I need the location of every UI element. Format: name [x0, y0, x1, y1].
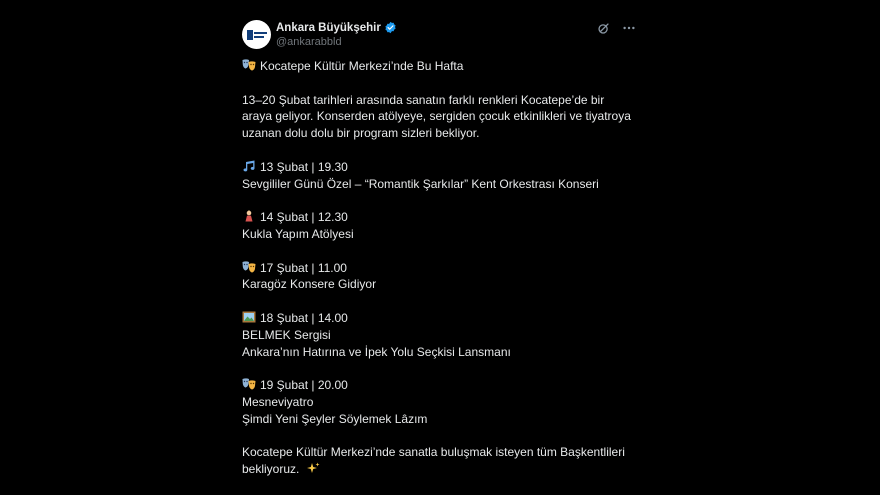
event-title: Mesneviyatro — [242, 394, 314, 409]
closing-text: bekliyoruz. — [242, 462, 300, 477]
theater-masks-icon — [242, 378, 256, 390]
event-date: 17 Şubat | 11.00 — [242, 260, 642, 277]
event-subtitle: Ankara’nın Hatırına ve İpek Yolu Seçkisi… — [242, 344, 511, 359]
post-header: Ankara Büyükşehir @ankarabbld — [242, 18, 642, 52]
puppet-icon — [245, 210, 253, 222]
event-title: Sevgililer Günü Özel – “Romantik Şarkıla… — [242, 176, 599, 191]
sparkles-icon — [306, 462, 320, 474]
closing-line: Kocatepe Kültür Merkezi’nde sanatla bulu… — [242, 445, 625, 460]
event-date: 14 Şubat | 12.30 — [242, 209, 642, 226]
event-date-text: 14 Şubat | 12.30 — [260, 210, 348, 225]
grok-icon[interactable] — [596, 21, 610, 35]
closing-line: bekliyoruz. — [242, 461, 642, 478]
event-date-text: 17 Şubat | 11.00 — [260, 260, 347, 275]
logo-icon — [246, 29, 267, 40]
post-title-line: Kocatepe Kültür Merkezi’nde Bu Hafta — [242, 58, 642, 75]
event-date-text: 13 Şubat | 19.30 — [260, 159, 348, 174]
event-date: 18 Şubat | 14.00 — [242, 310, 642, 327]
avatar[interactable] — [242, 20, 271, 49]
framed-picture-icon — [242, 311, 256, 323]
post: Ankara Büyükşehir @ankarabbld Kocatepe K… — [242, 18, 642, 476]
intro-line: araya geliyor. Konserden atölyeye, sergi… — [242, 109, 631, 124]
event-title: BELMEK Sergisi — [242, 327, 331, 342]
post-actions — [596, 21, 636, 35]
theater-masks-icon — [242, 260, 256, 273]
intro-line: uzanan dolu dolu bir program sizleri bek… — [242, 126, 480, 141]
name-row: Ankara Büyükşehir — [276, 21, 397, 34]
post-title: Kocatepe Kültür Merkezi’nde Bu Hafta — [260, 59, 464, 73]
event-subtitle: Şimdi Yeni Şeyler Söylemek Lâzım — [242, 411, 428, 426]
event-title: Kukla Yapım Atölyesi — [242, 226, 354, 241]
theater-masks-icon — [242, 59, 256, 71]
event-title: Karagöz Konsere Gidiyor — [242, 277, 377, 292]
handle[interactable]: @ankarabbld — [276, 36, 342, 48]
event-date-text: 19 Şubat | 20.00 — [260, 378, 348, 393]
display-name[interactable]: Ankara Büyükşehir — [276, 22, 381, 34]
event-date: 13 Şubat | 19.30 — [242, 159, 642, 176]
musical-notes-icon — [243, 160, 255, 172]
more-options-icon[interactable] — [622, 21, 636, 35]
intro-line: 13–20 Şubat tarihleri arasında sanatın f… — [242, 92, 605, 107]
post-text: Kocatepe Kültür Merkezi’nde Bu Hafta 13–… — [242, 58, 642, 478]
event-date: 19 Şubat | 20.00 — [242, 377, 642, 394]
verified-badge-icon — [384, 21, 397, 34]
event-date-text: 18 Şubat | 14.00 — [260, 310, 348, 325]
